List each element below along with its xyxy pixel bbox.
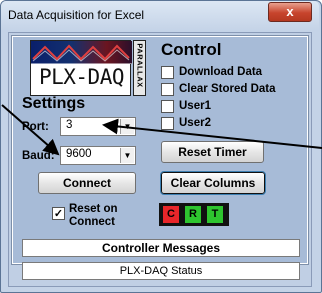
user2-checkbox[interactable] [161, 117, 174, 130]
clear-stored-data-checkbox[interactable] [161, 83, 174, 96]
port-select[interactable]: 3 ▼ [60, 117, 136, 136]
download-data-label[interactable]: Download Data [179, 66, 262, 78]
connection-indicator: C [163, 206, 179, 223]
port-value: 3 [66, 119, 73, 131]
clear-columns-button[interactable]: Clear Columns [160, 171, 266, 195]
reset-on-connect-line2: Connect [69, 216, 115, 228]
status-message: PLX-DAQ Status [22, 262, 300, 280]
baud-select[interactable]: 9600 ▼ [60, 146, 136, 165]
baud-value: 9600 [66, 148, 92, 160]
chevron-down-icon[interactable]: ▼ [120, 119, 134, 134]
waveform-icon [31, 44, 132, 65]
connect-button[interactable]: Connect [38, 172, 136, 194]
control-heading: Control [161, 40, 222, 59]
logo-text: PLX-DAQ [38, 65, 125, 89]
user1-label[interactable]: User1 [179, 100, 211, 112]
settings-heading: Settings [22, 95, 86, 112]
port-label: Port: [22, 121, 49, 133]
user1-checkbox[interactable] [161, 100, 174, 113]
chevron-down-icon[interactable]: ▼ [120, 148, 134, 163]
receive-indicator: R [185, 206, 201, 223]
close-button[interactable]: x [268, 2, 312, 22]
user2-label[interactable]: User2 [179, 117, 211, 129]
clear-stored-data-label[interactable]: Clear Stored Data [179, 83, 276, 95]
baud-label: Baud: [22, 150, 55, 162]
reset-on-connect-checkbox[interactable]: ✓ [52, 207, 65, 220]
parallax-logo: PARALLAX [133, 40, 146, 96]
reset-timer-button[interactable]: Reset Timer [161, 141, 264, 163]
download-data-checkbox[interactable] [161, 66, 174, 79]
window-title: Data Acquisition for Excel [8, 8, 145, 22]
logo-waveform-graphic [31, 41, 132, 65]
transmit-indicator: T [207, 206, 223, 223]
controller-messages-header: Controller Messages [22, 239, 300, 257]
parallax-logo-text: PARALLAX [135, 43, 145, 88]
plx-daq-logo: PLX-DAQ [30, 40, 132, 96]
reset-on-connect-line1: Reset on [69, 203, 118, 215]
reset-on-connect-label[interactable]: Reset on Connect [69, 203, 118, 229]
